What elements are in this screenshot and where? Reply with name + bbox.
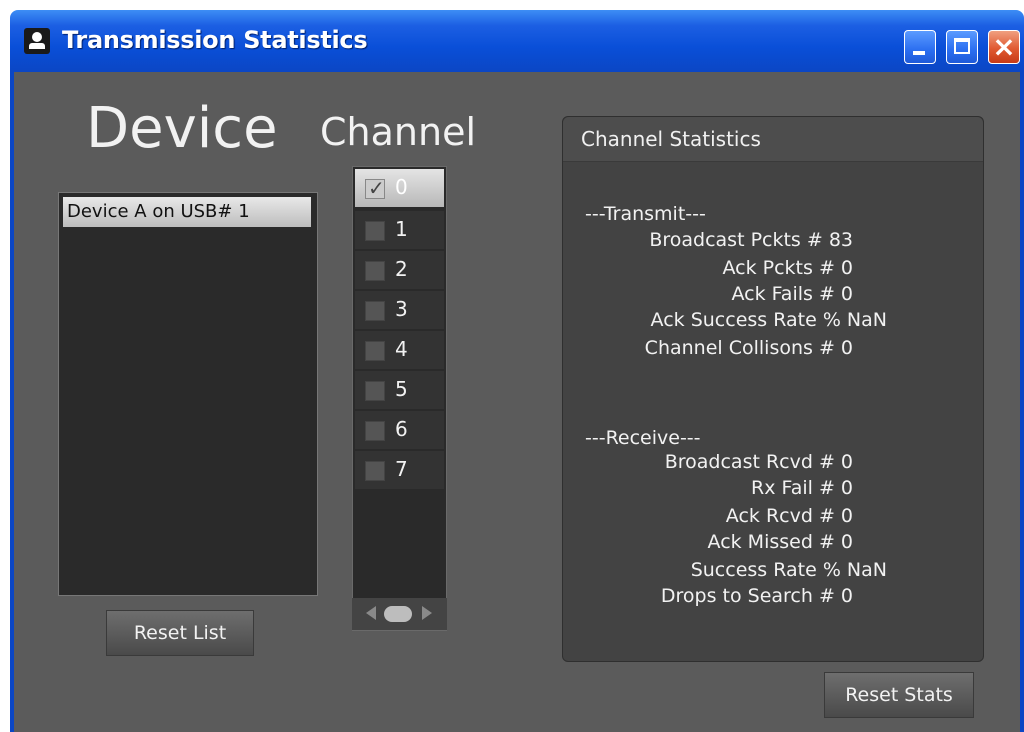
stat-ack-fails: Ack Fails # 0 [731, 283, 853, 305]
channel-label: 5 [395, 377, 408, 401]
device-list-item[interactable]: Device A on USB# 1 [63, 197, 311, 227]
stat-broadcast-pckts: Broadcast Pckts # 83 [649, 229, 853, 251]
channel-label: 2 [395, 257, 408, 281]
channel-item-5[interactable]: 5 [355, 371, 444, 409]
stats-panel-header: Channel Statistics [563, 117, 983, 162]
transmission-statistics-window: Transmission Statistics × Device Channel… [0, 0, 1024, 732]
channel-checkbox[interactable] [365, 301, 385, 321]
receive-section-header: ---Receive--- [585, 427, 701, 449]
scroll-thumb[interactable] [384, 606, 412, 622]
channel-checkbox[interactable] [365, 421, 385, 441]
stat-ack-success-rate: Ack Success Rate % NaN [650, 309, 887, 331]
channel-item-6[interactable]: 6 [355, 411, 444, 449]
stat-channel-collisions: Channel Collisons # 0 [644, 337, 853, 359]
stat-ack-missed: Ack Missed # 0 [707, 531, 853, 553]
stat-broadcast-rcvd: Broadcast Rcvd # 0 [664, 451, 853, 473]
minimize-button[interactable] [904, 30, 936, 64]
stat-ack-pckts: Ack Pckts # 0 [722, 257, 854, 279]
checkmark-icon: ✓ [368, 176, 385, 200]
channel-checkbox[interactable] [365, 341, 385, 361]
channel-label: 6 [395, 417, 408, 441]
scroll-right-icon[interactable] [422, 606, 432, 620]
channel-checkbox[interactable] [365, 261, 385, 281]
channel-checkbox[interactable] [365, 461, 385, 481]
channel-label: 7 [395, 457, 408, 481]
channel-checkbox[interactable] [365, 381, 385, 401]
stat-rx-fail: Rx Fail # 0 [751, 477, 853, 499]
device-list[interactable]: Device A on USB# 1 [58, 192, 318, 596]
channel-checkbox[interactable] [365, 221, 385, 241]
channel-label: 4 [395, 337, 408, 361]
channel-label: 0 [395, 175, 408, 199]
channel-checkbox[interactable]: ✓ [365, 176, 385, 200]
close-button[interactable]: × [988, 30, 1020, 64]
device-heading: Device [86, 96, 278, 161]
app-icon [24, 28, 50, 54]
channel-list[interactable]: ✓ 0 1 2 3 4 5 6 7 [352, 166, 447, 631]
maximize-button[interactable] [946, 30, 978, 64]
channel-item-7[interactable]: 7 [355, 451, 444, 489]
stat-drops-to-search: Drops to Search # 0 [660, 585, 853, 607]
channel-item-1[interactable]: 1 [355, 211, 444, 249]
channel-statistics-panel: Channel Statistics ---Transmit--- Broadc… [562, 116, 984, 662]
scroll-left-icon[interactable] [366, 606, 376, 620]
window-title: Transmission Statistics [62, 26, 368, 54]
channel-label: 1 [395, 217, 408, 241]
window-client-area: Device Channel Device A on USB# 1 ✓ 0 1 … [14, 72, 1020, 732]
channel-item-3[interactable]: 3 [355, 291, 444, 329]
channel-item-0[interactable]: ✓ 0 [355, 169, 444, 207]
reset-list-button[interactable]: Reset List [106, 610, 254, 656]
minimize-icon [913, 51, 925, 55]
channel-item-2[interactable]: 2 [355, 251, 444, 289]
channel-heading: Channel [320, 110, 477, 154]
stat-success-rate: Success Rate % NaN [690, 559, 887, 581]
close-icon: × [992, 30, 1016, 63]
channel-label: 3 [395, 297, 408, 321]
window-frame-right [1020, 72, 1024, 732]
maximize-icon [954, 38, 970, 54]
channel-item-4[interactable]: 4 [355, 331, 444, 369]
reset-stats-button[interactable]: Reset Stats [824, 672, 974, 718]
title-bar[interactable]: Transmission Statistics × [10, 10, 1024, 72]
stats-panel-title: Channel Statistics [581, 127, 761, 151]
stat-ack-rcvd: Ack Rcvd # 0 [725, 505, 853, 527]
channel-horizontal-scrollbar[interactable] [352, 598, 447, 630]
transmit-section-header: ---Transmit--- [585, 203, 706, 225]
